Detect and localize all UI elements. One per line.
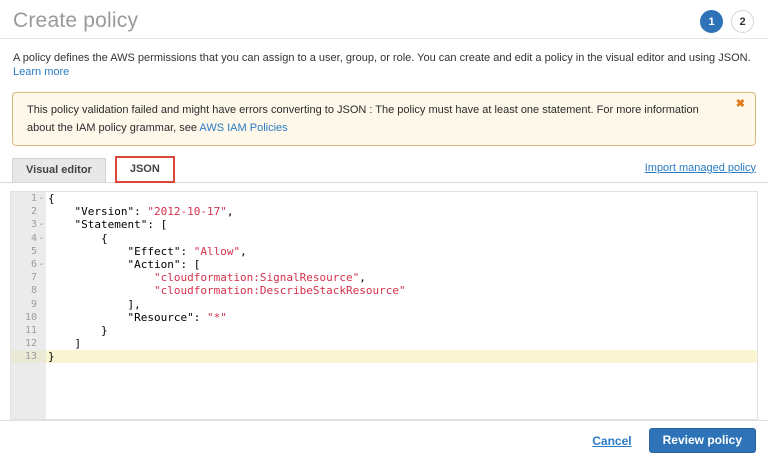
line-number: 11 [11, 324, 46, 337]
code-text[interactable]: ] [46, 337, 757, 350]
code-line[interactable]: 8 "cloudformation:DescribeStackResource" [11, 284, 757, 297]
line-number: 3- [11, 218, 46, 231]
code-lines: 1-{2 "Version": "2012-10-17",3- "Stateme… [11, 192, 757, 363]
page-header: Create policy 1 2 [0, 0, 768, 39]
tab-json[interactable]: JSON [115, 156, 175, 183]
learn-more-link[interactable]: Learn more [13, 66, 69, 78]
editor-tabs: Visual editor JSON Import managed policy [0, 157, 768, 183]
alert-message: This policy validation failed and might … [27, 104, 699, 134]
fold-toggle-icon[interactable]: - [37, 258, 46, 271]
code-text[interactable]: "Action": [ [46, 258, 757, 271]
code-line[interactable]: 10 "Resource": "*" [11, 311, 757, 324]
code-line[interactable]: 6- "Action": [ [11, 258, 757, 271]
intro-text: A policy defines the AWS permissions tha… [0, 39, 768, 79]
line-number: 13 [11, 350, 46, 363]
code-line[interactable]: 9 ], [11, 298, 757, 311]
review-policy-button[interactable]: Review policy [649, 428, 756, 453]
aws-iam-policies-link[interactable]: AWS IAM Policies [199, 122, 287, 134]
fold-toggle-icon[interactable]: - [37, 232, 46, 245]
code-text[interactable]: "cloudformation:SignalResource", [46, 271, 757, 284]
code-line[interactable]: 3- "Statement": [ [11, 218, 757, 231]
code-text[interactable]: } [46, 324, 757, 337]
code-line[interactable]: 12 ] [11, 337, 757, 350]
line-number: 6- [11, 258, 46, 271]
code-line[interactable]: 5 "Effect": "Allow", [11, 245, 757, 258]
code-text[interactable]: { [46, 192, 757, 205]
code-line[interactable]: 2 "Version": "2012-10-17", [11, 205, 757, 218]
fold-toggle-icon[interactable]: - [37, 192, 46, 205]
step-indicator: 1 2 [700, 9, 754, 33]
code-line[interactable]: 7 "cloudformation:SignalResource", [11, 271, 757, 284]
footer-bar: Cancel Review policy [0, 420, 768, 461]
tab-visual-editor[interactable]: Visual editor [12, 158, 106, 182]
code-text[interactable]: "Resource": "*" [46, 311, 757, 324]
code-text[interactable]: "Statement": [ [46, 218, 757, 231]
code-text[interactable]: { [46, 232, 757, 245]
line-number: 12 [11, 337, 46, 350]
line-number: 9 [11, 298, 46, 311]
line-number: 10 [11, 311, 46, 324]
fold-toggle-icon[interactable]: - [37, 218, 46, 231]
intro-description: A policy defines the AWS permissions tha… [13, 52, 751, 64]
page-title: Create policy [13, 9, 138, 33]
step-2-badge: 2 [731, 10, 754, 33]
import-managed-policy-link[interactable]: Import managed policy [645, 162, 756, 178]
line-number: 7 [11, 271, 46, 284]
cancel-button[interactable]: Cancel [592, 434, 631, 448]
code-text[interactable]: "cloudformation:DescribeStackResource" [46, 284, 757, 297]
code-line[interactable]: 1-{ [11, 192, 757, 205]
line-number: 5 [11, 245, 46, 258]
step-1-badge: 1 [700, 10, 723, 33]
line-number: 2 [11, 205, 46, 218]
json-code-editor[interactable]: 1-{2 "Version": "2012-10-17",3- "Stateme… [10, 191, 758, 420]
code-line[interactable]: 13} [11, 350, 757, 363]
line-number: 4- [11, 232, 46, 245]
code-line[interactable]: 11 } [11, 324, 757, 337]
close-icon[interactable]: ✖ [736, 98, 745, 110]
code-text[interactable]: "Version": "2012-10-17", [46, 205, 757, 218]
code-line[interactable]: 4- { [11, 232, 757, 245]
line-number: 1- [11, 192, 46, 205]
validation-alert: This policy validation failed and might … [12, 92, 756, 146]
code-text[interactable]: } [46, 350, 757, 363]
code-text[interactable]: ], [46, 298, 757, 311]
line-number: 8 [11, 284, 46, 297]
code-text[interactable]: "Effect": "Allow", [46, 245, 757, 258]
